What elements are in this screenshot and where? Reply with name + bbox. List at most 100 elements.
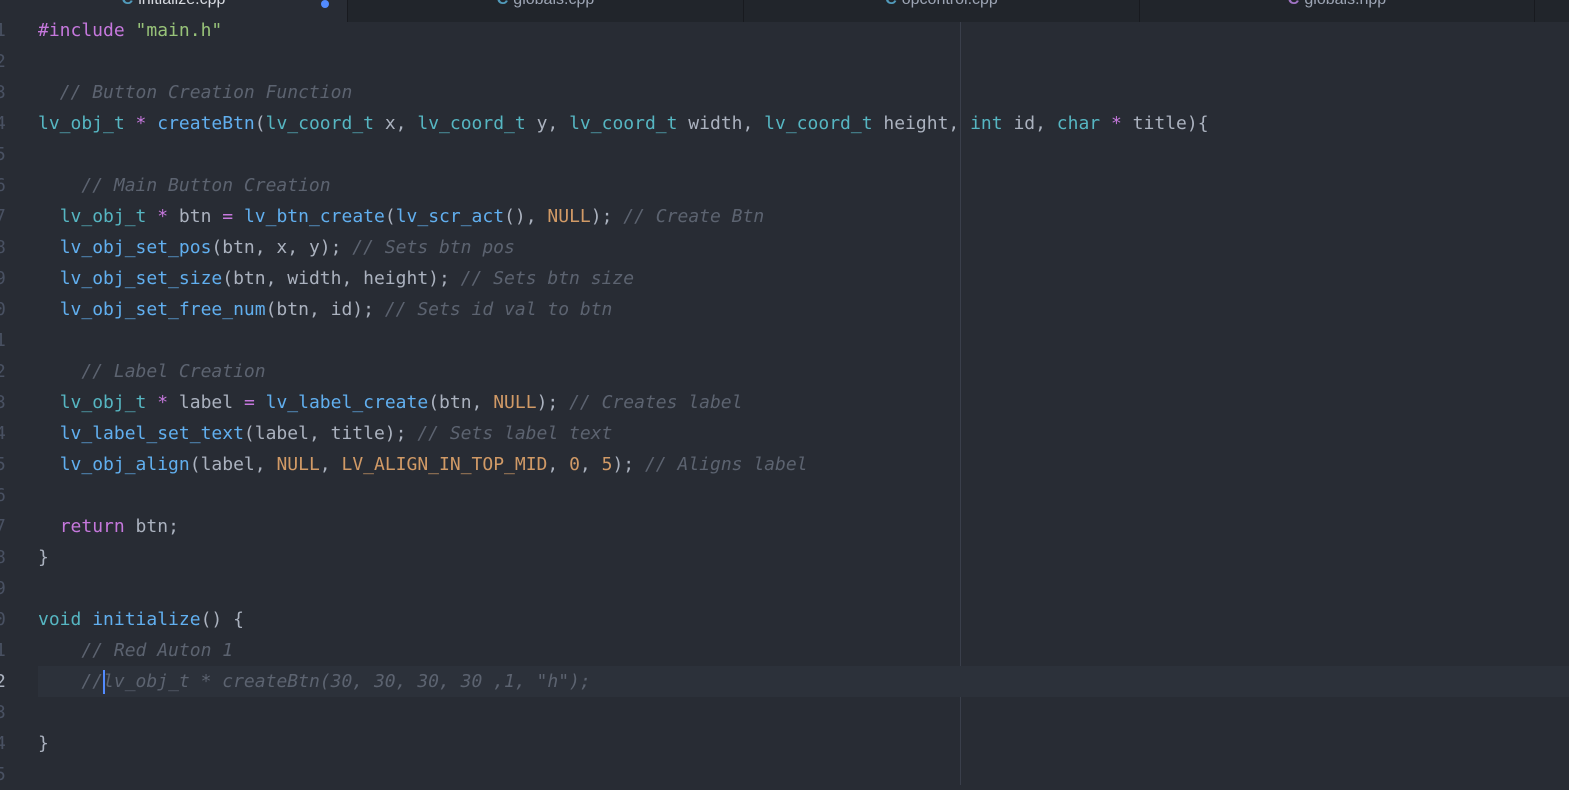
code-line[interactable]: 1 #include "main.h" bbox=[0, 15, 1569, 46]
code-token: lv_coord_t bbox=[764, 113, 873, 134]
code-token: label bbox=[168, 392, 244, 413]
code-token: * bbox=[157, 392, 169, 413]
code-line[interactable]: 2 //lv_obj_t * createBtn(30, 30, 30, 30 … bbox=[0, 666, 1569, 697]
code-token: lv_btn_create bbox=[243, 206, 385, 227]
line-number: 2 bbox=[0, 51, 6, 72]
code-line[interactable]: 7 return btn; bbox=[0, 511, 1569, 542]
code-token: // Sets btn size bbox=[460, 268, 635, 289]
c-file-icon: C bbox=[885, 0, 897, 8]
code-line[interactable]: 0 void initialize() { bbox=[0, 604, 1569, 635]
code-token: } bbox=[38, 547, 49, 568]
c-file-icon: C bbox=[497, 0, 509, 8]
code-line[interactable]: 5 bbox=[0, 139, 1569, 170]
code-text: return btn; bbox=[38, 511, 1569, 542]
code-line[interactable]: 3 // Button Creation Function bbox=[0, 77, 1569, 108]
code-line[interactable]: 9 lv_obj_set_size(btn, width, height); /… bbox=[0, 263, 1569, 294]
line-number: 5 bbox=[0, 144, 6, 165]
code-token: lv_label_set_text bbox=[59, 423, 244, 444]
code-line[interactable]: 6 bbox=[0, 480, 1569, 511]
code-token: // bbox=[81, 671, 104, 692]
code-token: (btn, bbox=[428, 392, 494, 413]
code-token: lv_obj_t bbox=[59, 206, 147, 227]
code-line[interactable]: 3 bbox=[0, 697, 1569, 728]
line-number: 0 bbox=[0, 299, 6, 320]
code-line[interactable]: 5 bbox=[0, 759, 1569, 790]
code-token: ); bbox=[590, 206, 624, 227]
code-token: // Button Creation Function bbox=[59, 82, 353, 103]
code-token: , bbox=[319, 454, 342, 475]
code-line[interactable]: 4 lv_label_set_text(label, title); // Se… bbox=[0, 418, 1569, 449]
code-line[interactable]: 2 bbox=[0, 46, 1569, 77]
code-line[interactable]: 4} bbox=[0, 728, 1569, 759]
code-line[interactable]: 7 lv_obj_t * btn = lv_btn_create(lv_scr_… bbox=[0, 201, 1569, 232]
code-line[interactable]: 1 // Red Auton 1 bbox=[0, 635, 1569, 666]
code-text: #include "main.h" bbox=[38, 15, 1569, 46]
code-token: * bbox=[1111, 113, 1122, 134]
code-text: lv_obj_t * label = lv_label_create(btn, … bbox=[38, 387, 1569, 418]
code-token: btn bbox=[168, 206, 223, 227]
line-number: 1 bbox=[0, 20, 6, 41]
code-token: // Label Creation bbox=[81, 361, 266, 382]
code-token: height, bbox=[872, 113, 971, 134]
line-number: 5 bbox=[0, 764, 6, 785]
code-token: lv_obj_set_pos bbox=[59, 237, 212, 258]
modified-indicator bbox=[321, 0, 329, 8]
code-line[interactable]: 1 bbox=[0, 325, 1569, 356]
line-number: 2 bbox=[0, 361, 6, 382]
code-token: void bbox=[38, 609, 82, 630]
line-number: 5 bbox=[0, 454, 6, 475]
line-number: 1 bbox=[0, 330, 6, 351]
line-number: 4 bbox=[0, 423, 6, 444]
code-token: = bbox=[243, 392, 255, 413]
line-number: 0 bbox=[0, 609, 6, 630]
code-editor[interactable]: 1 #include "main.h" 2 3 // Button Creation … bbox=[0, 15, 1569, 785]
code-token: lv_obj_t bbox=[59, 392, 147, 413]
code-token: return bbox=[59, 516, 125, 537]
code-token: ); bbox=[612, 454, 645, 475]
code-line[interactable]: 9 bbox=[0, 573, 1569, 604]
code-text: } bbox=[38, 728, 1569, 759]
code-token: 0 bbox=[569, 454, 580, 475]
code-line[interactable]: 2 // Label Creation bbox=[0, 356, 1569, 387]
code-token: (btn, id); bbox=[265, 299, 385, 320]
code-token: * bbox=[157, 206, 169, 227]
code-line[interactable]: 3 lv_obj_t * label = lv_label_create(btn… bbox=[0, 387, 1569, 418]
line-number: 4 bbox=[0, 113, 6, 134]
c-file-icon: C bbox=[122, 0, 134, 8]
code-token: int bbox=[970, 113, 1003, 134]
code-token: // Main Button Creation bbox=[81, 175, 331, 196]
code-token: x, bbox=[374, 113, 418, 134]
code-text: // Main Button Creation bbox=[38, 170, 1569, 201]
code-token: LV_ALIGN_IN_TOP_MID bbox=[341, 454, 548, 475]
code-token: NULL bbox=[493, 392, 537, 413]
code-token: // Sets id val to btn bbox=[384, 299, 613, 320]
code-token: // Sets label text bbox=[417, 423, 613, 444]
code-text: void initialize() { bbox=[38, 604, 1569, 635]
code-token: char bbox=[1056, 113, 1101, 134]
code-token: } bbox=[38, 733, 49, 754]
code-line[interactable]: 5 lv_obj_align(label, NULL, LV_ALIGN_IN_… bbox=[0, 449, 1569, 480]
code-token: #include bbox=[38, 20, 136, 41]
code-token: btn; bbox=[124, 516, 179, 537]
code-token: , bbox=[579, 454, 602, 475]
code-line[interactable]: 6 // Main Button Creation bbox=[0, 170, 1569, 201]
code-line[interactable]: 4 lv_obj_t * createBtn(lv_coord_t x, lv_c… bbox=[0, 108, 1569, 139]
code-line[interactable]: 0 lv_obj_set_free_num(btn, id); // Sets … bbox=[0, 294, 1569, 325]
tab-label: opcontrol.cpp bbox=[902, 0, 998, 8]
line-number: 6 bbox=[0, 485, 6, 506]
code-line[interactable]: 8} bbox=[0, 542, 1569, 573]
code-line[interactable]: 8 lv_obj_set_pos(btn, x, y); // Sets btn… bbox=[0, 232, 1569, 263]
